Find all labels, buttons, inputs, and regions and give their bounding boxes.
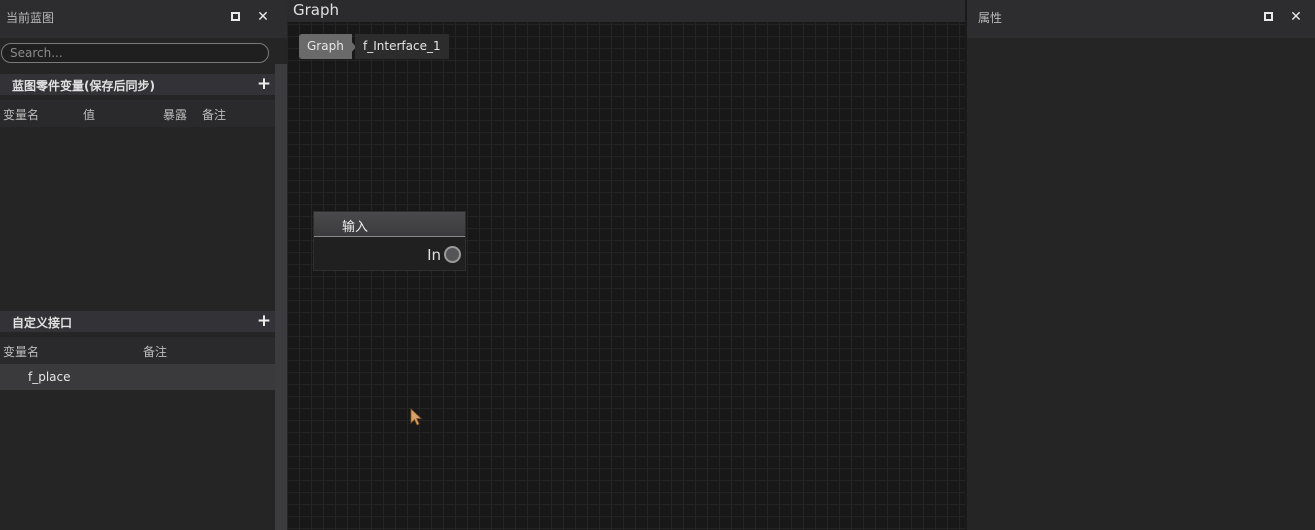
breadcrumb-interface[interactable]: f_Interface_1: [355, 34, 449, 59]
graph-titlebar: Graph: [287, 0, 965, 22]
graph-canvas[interactable]: Graph Graph f_Interface_1 输入 In: [287, 0, 965, 530]
interface-name: f_place: [28, 370, 71, 384]
panel-title: 属性: [978, 11, 1003, 25]
interfaces-column-headers: 变量名 备注: [0, 337, 275, 364]
graph-title: Graph: [293, 1, 340, 19]
blueprint-panel-header: 当前蓝图 ✕: [0, 0, 287, 38]
breadcrumb-separator: [443, 41, 448, 53]
restore-icon: [230, 12, 240, 21]
add-variable-button[interactable]: +: [255, 74, 273, 95]
search-input[interactable]: [1, 43, 269, 63]
variables-column-headers: 变量名 值 暴露 备注: [0, 100, 275, 127]
restore-button[interactable]: [226, 8, 244, 26]
column-note: 备注: [202, 108, 227, 122]
panel-title: 当前蓝图: [6, 11, 55, 25]
node-header[interactable]: 输入: [314, 212, 465, 237]
restore-icon: [1263, 12, 1273, 21]
close-button[interactable]: ✕: [1287, 8, 1305, 26]
close-icon: ✕: [1290, 9, 1302, 25]
variables-section-title: 蓝图零件变量(保存后同步): [12, 79, 155, 93]
plus-icon: +: [256, 74, 272, 94]
blueprint-panel: 当前蓝图 ✕ 蓝图零件变量(保存后同步) + 变量名 值 暴露 备注 自定义接口…: [0, 0, 287, 530]
interfaces-section-title: 自定义接口: [12, 316, 73, 330]
variables-section-header: 蓝图零件变量(保存后同步) +: [0, 74, 275, 95]
mouse-cursor-icon: [410, 408, 422, 426]
column-note: 备注: [143, 345, 168, 359]
app-window: 当前蓝图 ✕ 蓝图零件变量(保存后同步) + 变量名 值 暴露 备注 自定义接口…: [0, 0, 1315, 530]
column-name: 变量名: [3, 108, 40, 122]
close-icon: ✕: [257, 9, 269, 25]
breadcrumb-graph[interactable]: Graph: [299, 34, 352, 59]
scrollbar[interactable]: [275, 64, 287, 530]
properties-panel-header: 属性 ✕: [967, 0, 1315, 38]
interfaces-section-header: 自定义接口 +: [0, 311, 275, 332]
output-pin[interactable]: [444, 246, 461, 263]
node-title: 输入: [342, 220, 369, 235]
add-interface-button[interactable]: +: [255, 311, 273, 332]
restore-button[interactable]: [1259, 8, 1277, 26]
properties-panel: 属性 ✕: [965, 0, 1315, 530]
input-node[interactable]: 输入 In: [313, 211, 466, 271]
plus-icon: +: [256, 311, 272, 331]
column-expose: 暴露: [163, 108, 188, 122]
list-item[interactable]: f_place: [0, 364, 275, 390]
column-value: 值: [83, 108, 96, 122]
close-button[interactable]: ✕: [254, 8, 272, 26]
column-name: 变量名: [3, 345, 40, 359]
pin-label: In: [427, 246, 441, 264]
